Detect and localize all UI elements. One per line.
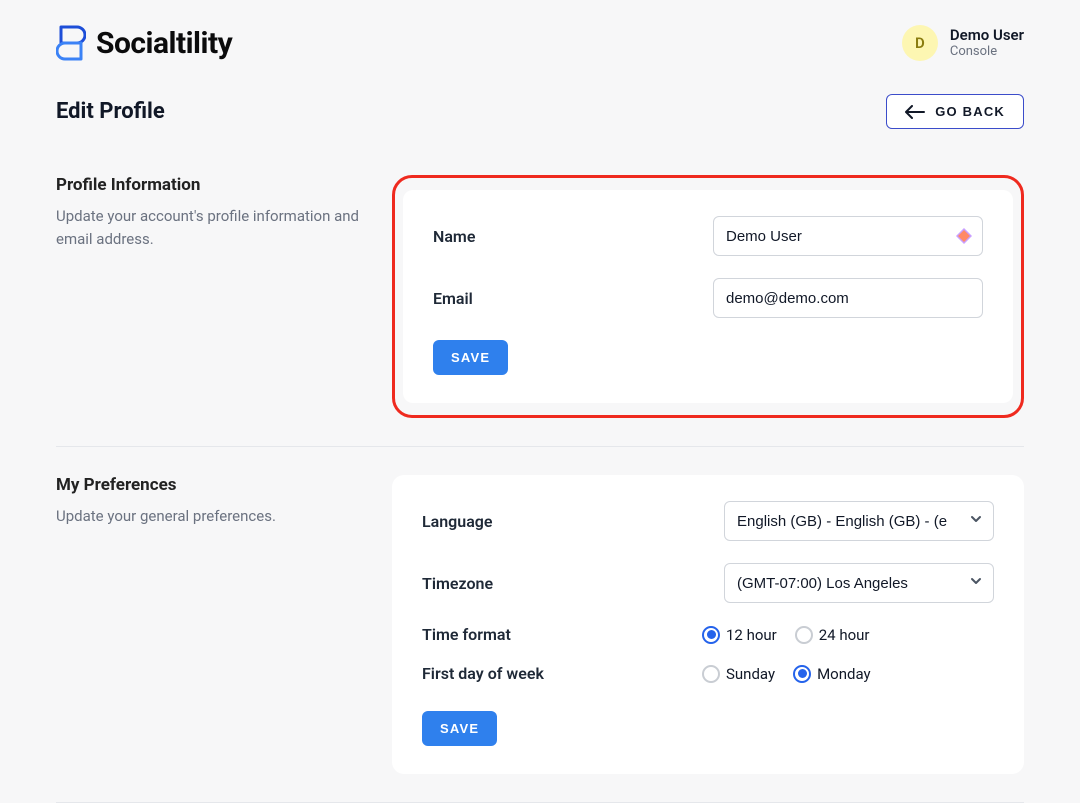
go-back-button[interactable]: GO BACK bbox=[886, 94, 1024, 129]
language-label: Language bbox=[422, 512, 493, 531]
timeformat-label: Time format bbox=[422, 625, 602, 644]
page-title: Edit Profile bbox=[56, 99, 165, 124]
name-input[interactable] bbox=[713, 216, 983, 256]
profile-info-section: Profile Information Update your account'… bbox=[56, 175, 1024, 447]
save-preferences-button[interactable]: SAVE bbox=[422, 711, 497, 746]
profile-info-card: Name Email bbox=[403, 190, 1013, 403]
email-label: Email bbox=[433, 289, 473, 308]
user-role: Console bbox=[950, 44, 1024, 60]
profile-info-highlight: Name Email bbox=[392, 175, 1024, 418]
radio-icon bbox=[702, 665, 720, 683]
firstday-radio-group: Sunday Monday bbox=[702, 665, 871, 683]
timeformat-24h-label: 24 hour bbox=[819, 626, 870, 644]
timeformat-radio-group: 12 hour 24 hour bbox=[702, 626, 870, 644]
user-name: Demo User bbox=[950, 26, 1024, 44]
preferences-section: My Preferences Update your general prefe… bbox=[56, 475, 1024, 803]
email-input[interactable] bbox=[713, 278, 983, 318]
assistant-icon bbox=[955, 227, 973, 245]
timeformat-12h-radio[interactable]: 12 hour bbox=[702, 626, 777, 644]
preferences-desc: Update your general preferences. bbox=[56, 505, 368, 528]
name-label: Name bbox=[433, 227, 475, 246]
user-menu[interactable]: D Demo User Console bbox=[902, 25, 1024, 61]
language-select[interactable] bbox=[724, 501, 994, 541]
radio-icon bbox=[795, 626, 813, 644]
brand-logo-icon bbox=[56, 24, 86, 62]
firstday-sunday-radio[interactable]: Sunday bbox=[702, 665, 775, 683]
firstday-monday-label: Monday bbox=[817, 665, 871, 683]
firstday-monday-radio[interactable]: Monday bbox=[793, 665, 871, 683]
brand-logo-text: Socialtility bbox=[96, 26, 232, 61]
radio-icon bbox=[702, 626, 720, 644]
go-back-label: GO BACK bbox=[935, 104, 1005, 119]
preferences-heading: My Preferences bbox=[56, 475, 368, 495]
brand-logo[interactable]: Socialtility bbox=[56, 24, 232, 62]
avatar: D bbox=[902, 25, 938, 61]
radio-icon bbox=[793, 665, 811, 683]
timeformat-12h-label: 12 hour bbox=[726, 626, 777, 644]
arrow-left-icon bbox=[905, 105, 925, 119]
app-header: Socialtility D Demo User Console bbox=[56, 24, 1024, 62]
timeformat-24h-radio[interactable]: 24 hour bbox=[795, 626, 870, 644]
profile-info-desc: Update your account's profile informatio… bbox=[56, 205, 368, 252]
timezone-label: Timezone bbox=[422, 574, 493, 593]
preferences-card: Language Timezone Time forma bbox=[392, 475, 1024, 774]
firstday-sunday-label: Sunday bbox=[726, 665, 775, 683]
firstday-label: First day of week bbox=[422, 664, 602, 683]
save-profile-button[interactable]: SAVE bbox=[433, 340, 508, 375]
timezone-select[interactable] bbox=[724, 563, 994, 603]
profile-info-heading: Profile Information bbox=[56, 175, 368, 195]
